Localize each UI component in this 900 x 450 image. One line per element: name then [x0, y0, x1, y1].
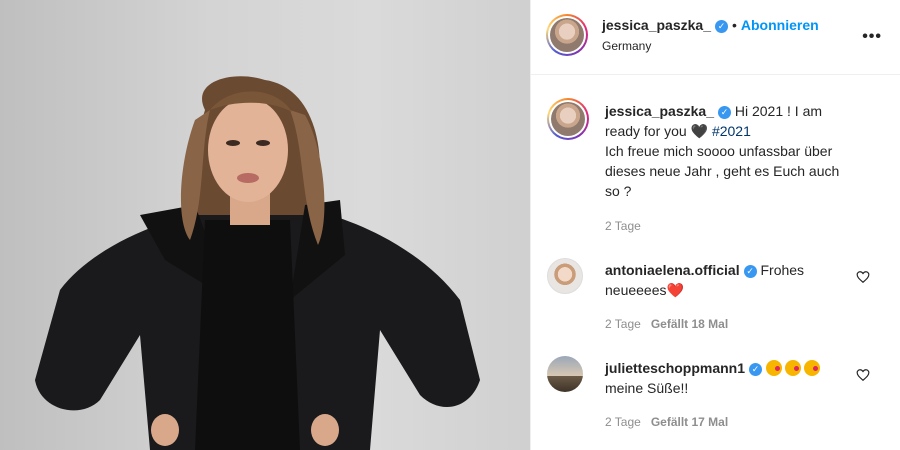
comment-timestamp[interactable]: 2 Tage	[605, 415, 641, 429]
post-header: jessica_paszka_ ✓ • Abonnieren Germany •••	[531, 0, 900, 75]
hashtag-link[interactable]: #2021	[712, 123, 751, 139]
black-heart-emoji: 🖤	[690, 123, 709, 139]
comment-meta: 2 Tage Gefällt 17 Mal	[605, 415, 728, 429]
red-heart-emoji: ❤️	[666, 282, 684, 298]
instagram-post-view: jessica_paszka_ ✓ • Abonnieren Germany ••• …	[0, 0, 900, 450]
comment-body: meine Süße!!	[605, 380, 689, 396]
author-avatar[interactable]	[546, 14, 588, 56]
caption-author-avatar[interactable]	[547, 98, 589, 140]
comment-text: antoniaelena.official ✓ Frohes neueeees❤️	[605, 260, 854, 300]
comment-item: antoniaelena.official ✓ Frohes neueeees❤️…	[547, 258, 884, 338]
comment-author-username[interactable]: antoniaelena.official	[605, 262, 740, 278]
follow-button[interactable]: Abonnieren	[741, 17, 819, 33]
caption-author-username[interactable]: jessica_paszka_	[605, 103, 714, 119]
verified-badge-icon: ✓	[717, 105, 731, 119]
comment-author-avatar[interactable]	[547, 356, 583, 392]
kiss-emoji	[784, 360, 801, 376]
more-options-icon[interactable]: •••	[862, 28, 882, 46]
verified-badge-icon: ✓	[749, 362, 763, 376]
post-sidebar: jessica_paszka_ ✓ • Abonnieren Germany ••• …	[530, 0, 900, 450]
comment-meta: 2 Tage Gefällt 18 Mal	[605, 317, 728, 331]
kiss-emoji	[765, 360, 782, 376]
comment-author-username[interactable]: julietteschoppmann1	[605, 360, 745, 376]
separator-dot: •	[731, 17, 737, 33]
comment-text: julietteschoppmann1 ✓ meine Süße!!	[605, 358, 854, 398]
post-photo[interactable]	[0, 0, 530, 450]
caption-timestamp[interactable]: 2 Tage	[605, 219, 641, 233]
heart-outline-icon[interactable]	[856, 368, 870, 382]
photo-illustration	[35, 76, 480, 450]
comment-likes[interactable]: Gefällt 17 Mal	[651, 415, 728, 429]
kiss-emoji	[803, 360, 820, 376]
verified-badge-icon: ✓	[714, 19, 728, 33]
verified-badge-icon: ✓	[743, 264, 757, 278]
comment-author-avatar[interactable]	[547, 258, 583, 294]
author-username[interactable]: jessica_paszka_	[602, 17, 711, 33]
post-location[interactable]: Germany	[602, 39, 651, 53]
caption-text: jessica_paszka_ ✓ Hi 2021 ! I am ready fo…	[605, 101, 854, 201]
heart-outline-icon[interactable]	[856, 270, 870, 284]
comment-likes[interactable]: Gefällt 18 Mal	[651, 317, 728, 331]
caption-line-2: Ich freue mich soooo unfassbar über dies…	[605, 143, 840, 199]
post-caption: jessica_paszka_ ✓ Hi 2021 ! I am ready fo…	[547, 98, 884, 238]
comment-timestamp[interactable]: 2 Tage	[605, 317, 641, 331]
comment-item: julietteschoppmann1 ✓ meine Süße!! 2 Tage…	[547, 356, 884, 436]
